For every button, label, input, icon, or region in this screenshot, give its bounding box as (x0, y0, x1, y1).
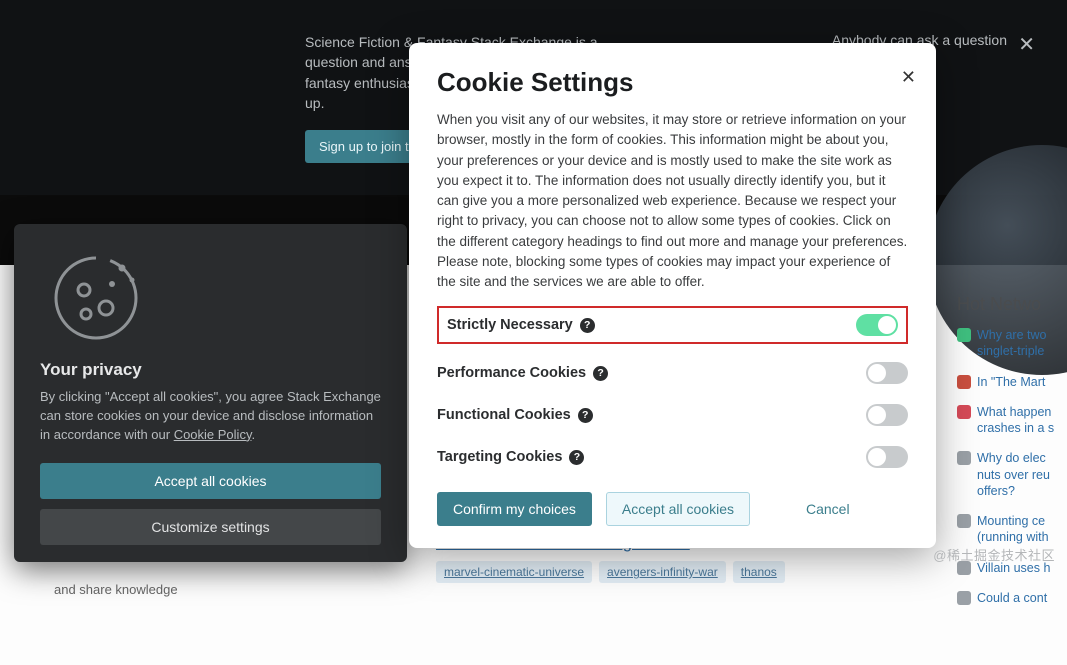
privacy-title: Your privacy (40, 360, 381, 380)
site-icon (957, 375, 971, 389)
site-icon (957, 591, 971, 605)
hot-question-item[interactable]: In "The Mart (957, 374, 1067, 390)
toggle-knob (868, 406, 886, 424)
help-icon[interactable]: ? (593, 366, 608, 381)
tag-list: marvel-cinematic-universe avengers-infini… (436, 561, 785, 583)
cookie-category-row: Strictly Necessary? (437, 306, 908, 344)
privacy-body: By clicking "Accept all cookies", you ag… (40, 388, 381, 445)
cookie-category-label: Targeting Cookies? (437, 449, 584, 465)
close-icon[interactable]: ✕ (901, 67, 916, 88)
help-icon[interactable]: ? (580, 318, 595, 333)
modal-actions: Confirm my choices Accept all cookies Ca… (437, 492, 908, 526)
hot-question-text: Why do elec nuts over reu offers? (977, 450, 1067, 499)
cookie-icon (48, 250, 144, 346)
share-knowledge-text: and share knowledge (54, 582, 178, 597)
toggle-knob (878, 316, 896, 334)
cookie-category-label: Strictly Necessary? (447, 317, 595, 333)
help-icon[interactable]: ? (578, 408, 593, 423)
hot-question-item[interactable]: What happen crashes in a s (957, 404, 1067, 437)
cookie-policy-link[interactable]: Cookie Policy (174, 427, 252, 442)
close-icon[interactable]: ✕ (1018, 32, 1035, 57)
cookie-category-text: Functional Cookies (437, 407, 571, 423)
cookie-category-row: Performance Cookies? (437, 360, 908, 386)
site-icon (957, 328, 971, 342)
cookie-category-text: Strictly Necessary (447, 317, 573, 333)
cookie-category-label: Performance Cookies? (437, 365, 608, 381)
hot-question-item[interactable]: Why do elec nuts over reu offers? (957, 450, 1067, 499)
cookie-category-toggle[interactable] (866, 362, 908, 384)
cancel-button[interactable]: Cancel (806, 501, 850, 517)
tag[interactable]: thanos (733, 561, 785, 583)
cookie-category-row: Targeting Cookies? (437, 444, 908, 470)
hot-question-item[interactable]: Could a cont (957, 590, 1067, 606)
hot-title: Hot Netwo (957, 294, 1067, 315)
site-icon (957, 451, 971, 465)
tag[interactable]: avengers-infinity-war (599, 561, 726, 583)
hot-question-text: Could a cont (977, 590, 1047, 606)
signup-button[interactable]: Sign up to join t (305, 130, 423, 163)
hot-question-item[interactable]: Mounting ce (running with (957, 513, 1067, 546)
customize-settings-button[interactable]: Customize settings (40, 509, 381, 545)
site-icon (957, 405, 971, 419)
hot-question-text: Why are two singlet-triple (977, 327, 1067, 360)
cookie-category-row: Functional Cookies? (437, 402, 908, 428)
cookie-category-text: Targeting Cookies (437, 449, 562, 465)
cookie-settings-modal: Cookie Settings ✕ When you visit any of … (409, 43, 936, 548)
privacy-panel: Your privacy By clicking "Accept all coo… (14, 224, 407, 562)
privacy-body-post: . (251, 427, 255, 442)
hot-question-text: In "The Mart (977, 374, 1045, 390)
tag[interactable]: marvel-cinematic-universe (436, 561, 592, 583)
hot-network-questions: Hot Netwo Why are two singlet-triple In "… (957, 294, 1067, 620)
toggle-knob (868, 448, 886, 466)
cookie-category-text: Performance Cookies (437, 365, 586, 381)
confirm-choices-button[interactable]: Confirm my choices (437, 492, 592, 526)
accept-all-cookies-button[interactable]: Accept all cookies (606, 492, 750, 526)
cookie-category-toggle[interactable] (866, 404, 908, 426)
modal-description: When you visit any of our websites, it m… (437, 110, 908, 292)
cookie-category-toggle[interactable] (866, 446, 908, 468)
hot-question-text: Mounting ce (running with (977, 513, 1067, 546)
accept-all-button[interactable]: Accept all cookies (40, 463, 381, 499)
toggle-knob (868, 364, 886, 382)
cookie-category-toggle[interactable] (856, 314, 898, 336)
help-icon[interactable]: ? (569, 450, 584, 465)
hot-question-text: What happen crashes in a s (977, 404, 1067, 437)
site-icon (957, 514, 971, 528)
hot-question-item[interactable]: Why are two singlet-triple (957, 327, 1067, 360)
watermark: @稀土掘金技术社区 (933, 545, 1055, 564)
modal-title: Cookie Settings (437, 67, 908, 98)
cookie-category-label: Functional Cookies? (437, 407, 593, 423)
